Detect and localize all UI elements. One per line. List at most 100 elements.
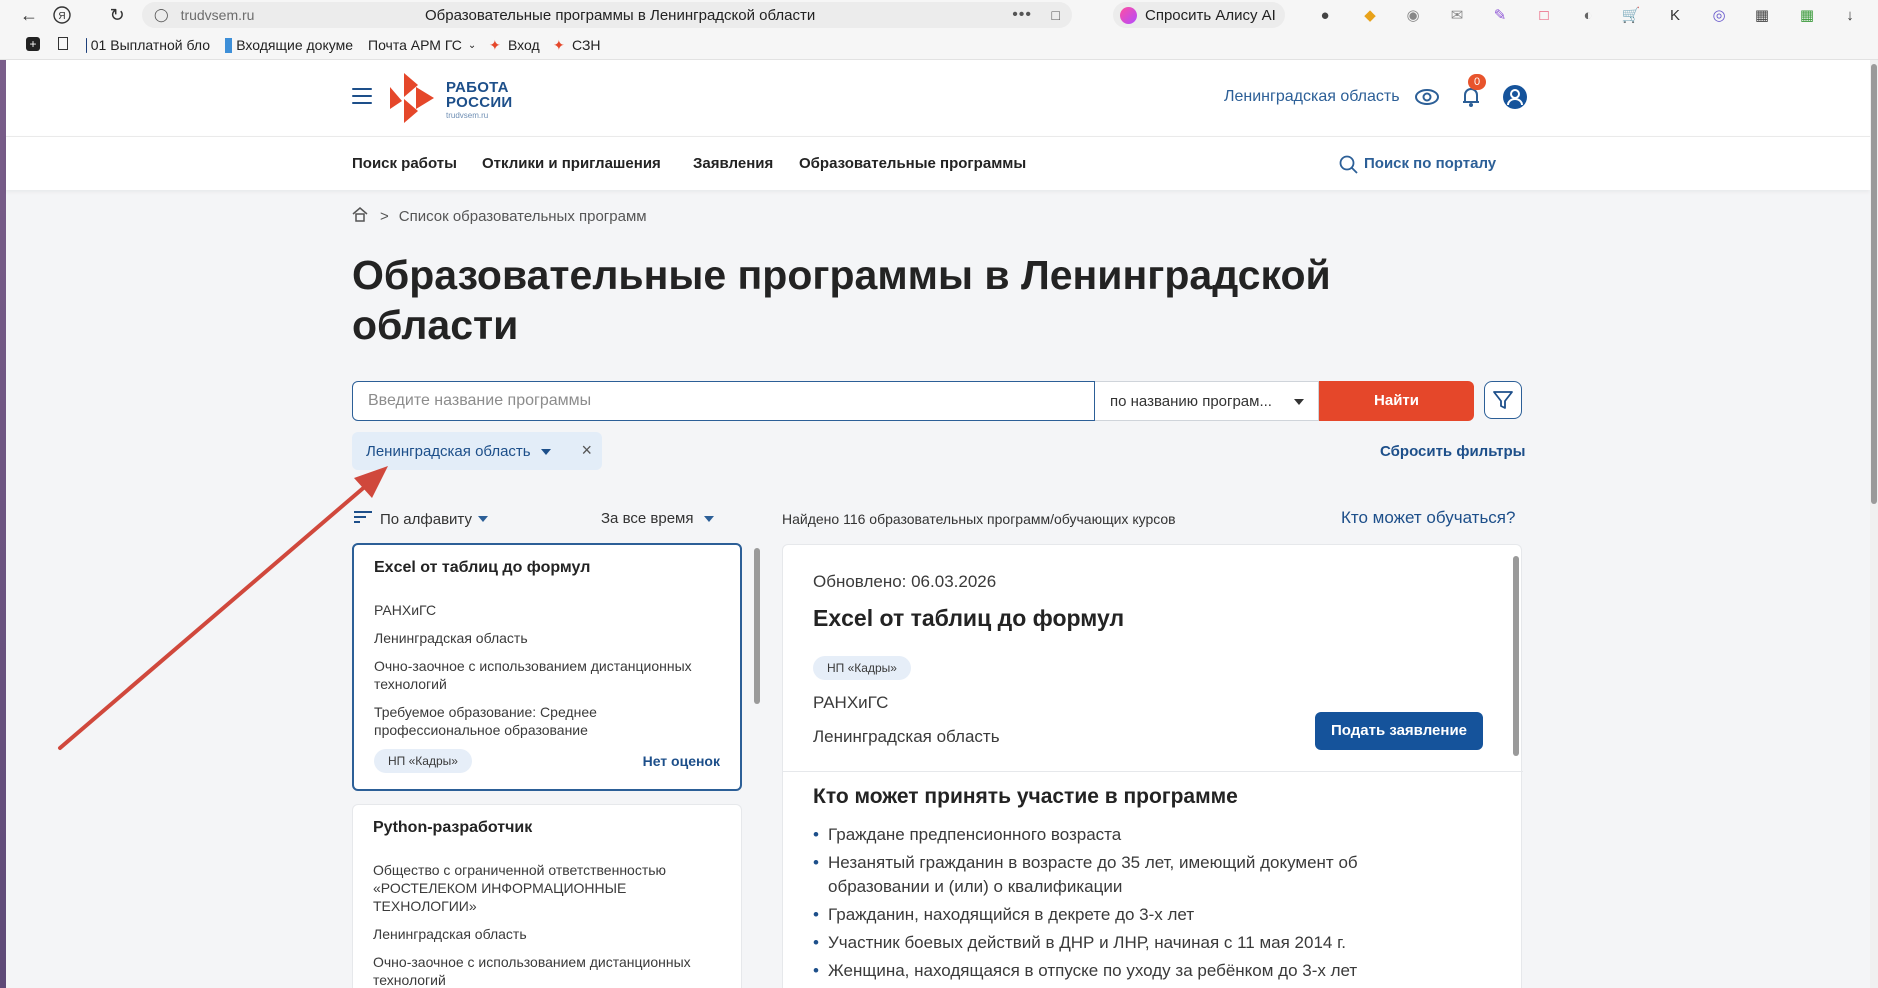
card-form: Очно-заочное с использованием дистанцион…	[373, 954, 691, 988]
page-title: Образовательные программы в Ленинградско…	[352, 252, 1331, 348]
site-header: РАБОТА РОССИИ trudvsem.ru Ленинградская …	[6, 60, 1870, 136]
breadcrumb-separator: >	[380, 207, 389, 225]
docs-icon	[225, 37, 233, 53]
search-input[interactable]	[353, 382, 1053, 420]
tab-title: Образовательные программы в Ленинградско…	[425, 6, 816, 24]
bookmark-folder[interactable]: Почта АРМ ГС ⌄	[368, 37, 476, 53]
card-form: Очно-заочное с использованием дистанцион…	[374, 658, 692, 692]
nav-applications[interactable]: Заявления	[693, 155, 773, 172]
more-icon[interactable]: •••	[1012, 6, 1032, 24]
filter-icon	[1493, 391, 1513, 409]
reload-icon[interactable]: ↻	[102, 0, 132, 30]
sort-alpha-label: По алфавиту	[380, 510, 472, 528]
region-filter-chip[interactable]: Ленинградская область ×	[352, 432, 602, 470]
search-mode-select[interactable]: по названию програм...	[1095, 381, 1319, 421]
dropdown-caret-icon	[703, 516, 714, 523]
back-icon[interactable]: ←	[14, 0, 44, 30]
bookmark-item[interactable]: 01 Выплатной бло	[86, 37, 210, 53]
reset-filters-link[interactable]: Сбросить фильтры	[1380, 443, 1525, 460]
site-info-icon[interactable]: ◯	[154, 7, 169, 23]
shield-extension-icon[interactable]: ◆	[1360, 5, 1380, 25]
sheet-extension-icon[interactable]: ▦	[1797, 5, 1817, 25]
search-mode-value: по названию програм...	[1110, 393, 1272, 410]
k-extension-icon[interactable]: K	[1665, 5, 1685, 25]
pocket-extension-icon[interactable]: □	[1534, 5, 1554, 25]
page-scrollbar[interactable]	[1870, 60, 1878, 988]
card-title: Excel от таблиц до формул	[374, 559, 591, 576]
nav-job-search[interactable]: Поиск работы	[352, 155, 457, 172]
user-icon[interactable]	[1502, 84, 1528, 110]
alice-label: Спросить Алису AI	[1145, 6, 1276, 24]
sort-icon	[354, 510, 372, 528]
detail-region: Ленинградская область	[813, 727, 1000, 746]
circle-extension-icon[interactable]: ◉	[1403, 5, 1423, 25]
filter-button[interactable]	[1484, 381, 1522, 419]
card-education: Требуемое образование: Среднее профессио…	[374, 704, 597, 738]
mail-extension-icon[interactable]: ✉	[1447, 5, 1467, 25]
extension-icon[interactable]: ●	[1315, 5, 1335, 25]
logo-icon	[390, 73, 434, 123]
chevron-down-icon: ⌄	[467, 39, 477, 51]
address-url: trudvsem.ru	[180, 7, 255, 23]
home-icon[interactable]	[352, 206, 368, 226]
apply-button[interactable]: Подать заявление	[1315, 712, 1483, 750]
list-scrollbar[interactable]	[754, 548, 760, 704]
alice-icon	[1120, 6, 1137, 24]
list-item: Незанятый гражданин в возрасте до 35 лет…	[813, 851, 1433, 899]
card-title: Python-разработчик	[373, 819, 533, 836]
who-list: Граждане предпенсионного возраста Незаня…	[813, 823, 1433, 987]
file-icon[interactable]	[58, 37, 68, 50]
find-button[interactable]: Найти	[1319, 381, 1474, 421]
trudvsem-icon: ✦	[489, 36, 501, 53]
nav-responses[interactable]: Отклики и приглашения	[482, 155, 661, 172]
detail-scrollbar[interactable]	[1513, 556, 1519, 756]
breadcrumb-current: Список образовательных программ	[398, 207, 647, 225]
sort-time-select[interactable]: За все время	[601, 510, 714, 527]
who-can-learn-link[interactable]: Кто может обучаться?	[1341, 508, 1515, 528]
trudvsem-icon: ✦	[553, 36, 565, 53]
card-tag: НП «Кадры»	[374, 749, 472, 773]
dropdown-caret-icon	[477, 516, 488, 522]
address-bar[interactable]: ◯ trudvsem.ru Образовательные программы …	[142, 2, 1072, 28]
list-item: Граждане предпенсионного возраста	[813, 823, 1433, 847]
detail-org: РАНХиГС	[813, 693, 889, 712]
pen-extension-icon[interactable]: ✎	[1490, 5, 1510, 25]
list-item: Участник боевых действий в ДНР и ЛНР, на…	[813, 931, 1433, 955]
new-bookmark-icon[interactable]: +	[26, 37, 40, 51]
bookmark-item[interactable]: ✦ Вход	[489, 37, 540, 53]
nav-edu-programs[interactable]: Образовательные программы	[799, 155, 1026, 172]
detail-tag: НП «Кадры»	[813, 656, 911, 680]
divider	[783, 771, 1523, 772]
program-card[interactable]: Python-разработчик Общество с ограниченн…	[352, 804, 742, 988]
browser-toolbar: ← Я ↻ ◯ trudvsem.ru Образовательные прог…	[0, 0, 1878, 30]
site-logo[interactable]	[390, 73, 440, 123]
portal-search-icon[interactable]	[1339, 155, 1359, 180]
bookmark-item[interactable]: Входящие докуме	[225, 37, 353, 53]
alice-button[interactable]: Спросить Алису AI	[1113, 2, 1285, 28]
puzzle-extension-icon[interactable]: ▦	[1752, 5, 1772, 25]
desktop-edge	[0, 60, 6, 988]
moon-extension-icon[interactable]: ◐	[1578, 5, 1598, 25]
portal-search-link[interactable]: Поиск по порталу	[1364, 155, 1496, 172]
yandex-home-icon[interactable]: Я	[47, 0, 77, 30]
bookmark-icon[interactable]: □	[1052, 7, 1060, 23]
card-rating[interactable]: Нет оценок	[643, 753, 720, 769]
detail-updated: Обновлено: 06.03.2026	[813, 572, 997, 591]
region-chip-label: Ленинградская область	[366, 443, 531, 460]
close-icon[interactable]: ×	[581, 440, 592, 461]
main-nav: Поиск работы Отклики и приглашения Заявл…	[6, 136, 1870, 190]
cloud-icon	[86, 37, 87, 53]
sort-alpha-select[interactable]: По алфавиту	[354, 510, 488, 528]
sort-time-label: За все время	[601, 510, 694, 527]
program-card[interactable]: Excel от таблиц до формул РАНХиГС Ленинг…	[352, 543, 742, 791]
target-extension-icon[interactable]: ◎	[1709, 5, 1729, 25]
region-selector[interactable]: Ленинградская область	[1224, 88, 1400, 106]
downloads-icon[interactable]: ↓	[1840, 5, 1860, 25]
bookmark-item[interactable]: ✦ СЗН	[553, 37, 601, 53]
dropdown-caret-icon	[1294, 399, 1304, 405]
list-item: Гражданин, находящийся в декрете до 3-х …	[813, 903, 1433, 927]
cart-extension-icon[interactable]: 🛒	[1621, 5, 1641, 25]
menu-icon[interactable]	[352, 88, 372, 109]
eye-icon[interactable]	[1414, 84, 1440, 110]
dropdown-caret-icon	[540, 449, 551, 456]
